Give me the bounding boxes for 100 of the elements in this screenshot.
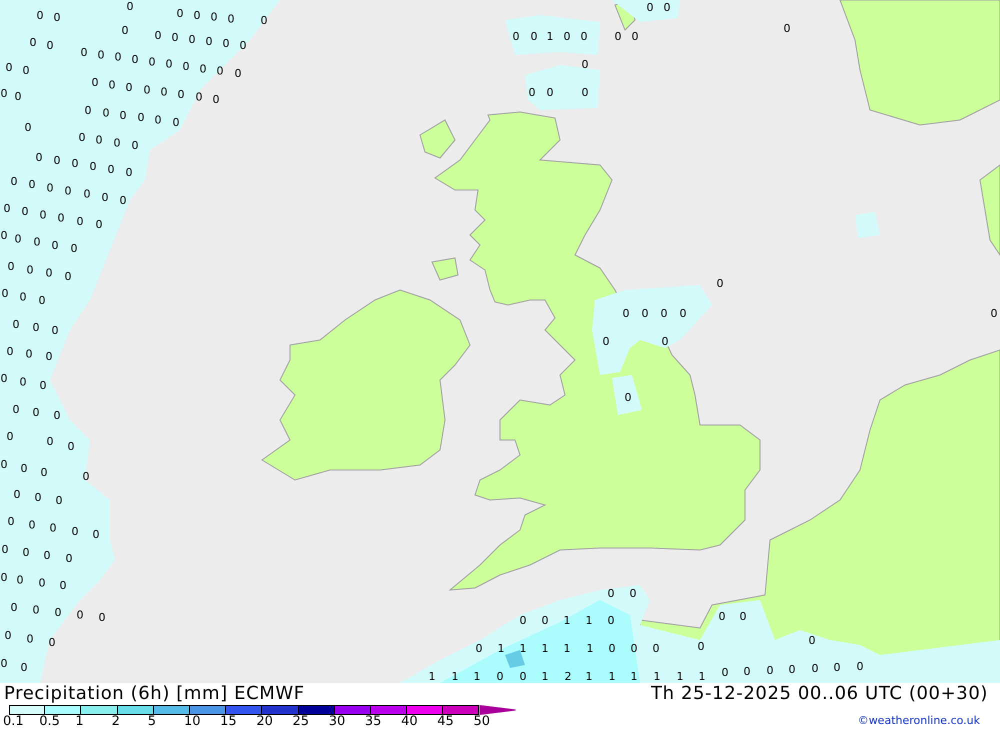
map-value: 0 <box>546 86 554 99</box>
map-value: 0 <box>602 335 610 348</box>
map-value: 0 <box>530 30 538 43</box>
map-value: 0 <box>126 0 134 13</box>
map-value: 0 <box>34 236 40 248</box>
map-value: 0 <box>2 543 8 556</box>
map-value: 0 <box>176 7 184 20</box>
map-value: 0 <box>766 664 774 677</box>
map-value: 0 <box>188 33 196 46</box>
map-value: 0 <box>528 86 536 99</box>
map-value: 0 <box>0 372 8 385</box>
map-value: 0 <box>28 518 36 532</box>
map-value: 0 <box>222 37 230 50</box>
map-value: 0 <box>622 307 630 320</box>
legend-label: 35 <box>364 715 382 729</box>
map-value: 0 <box>614 30 622 43</box>
map-value: 0 <box>20 376 26 388</box>
map-value: 0 <box>740 610 746 623</box>
map-value: 0 <box>698 640 704 653</box>
legend-label: 20 <box>256 715 273 729</box>
map-value: 0 <box>154 29 162 42</box>
map-value: 0 <box>14 488 20 501</box>
map-value: 1 <box>676 670 684 683</box>
legend-label: 10 <box>184 715 200 729</box>
map-value: 0 <box>120 194 126 207</box>
map-value: 0 <box>630 587 636 600</box>
map-value: 0 <box>0 458 8 471</box>
map-value: 0 <box>76 214 84 228</box>
legend-label: 2 <box>112 715 120 729</box>
map-value: 0 <box>216 64 224 78</box>
map-value: 1 <box>586 614 592 627</box>
map-value: 1 <box>654 670 660 683</box>
map-value: 0 <box>70 242 78 255</box>
map-value: 0 <box>26 632 34 646</box>
map-value: 0 <box>34 491 42 504</box>
map-value: 0 <box>12 318 20 331</box>
map-value: 0 <box>24 121 32 134</box>
map-value: 0 <box>92 528 100 541</box>
map-value: 1 <box>564 614 570 627</box>
map-value: 0 <box>6 430 14 443</box>
map-value: 0 <box>20 462 28 475</box>
map-value: 0 <box>64 270 72 283</box>
map-value: 0 <box>580 30 588 43</box>
map-value: 0 <box>102 106 110 120</box>
map-value: 0 <box>80 46 88 59</box>
map-value: 0 <box>122 24 128 37</box>
map-value: 1 <box>630 670 638 683</box>
map-value: 0 <box>788 663 796 676</box>
map-value: 0 <box>6 61 12 74</box>
map-value: 0 <box>2 287 8 300</box>
map-value: 0 <box>160 86 168 99</box>
map-value: 0 <box>22 205 28 218</box>
map-value: 0 <box>240 39 246 52</box>
map-value: 0 <box>624 391 632 404</box>
map-value: 0 <box>0 87 8 100</box>
map-value: 0 <box>20 290 26 304</box>
map-value: 0 <box>476 642 482 655</box>
map-value: 0 <box>126 80 132 94</box>
map-value: 1 <box>586 642 594 655</box>
map-value: 0 <box>744 665 750 678</box>
map-value: 0 <box>48 636 56 649</box>
map-value: 1 <box>546 30 554 43</box>
map-value: 0 <box>36 9 44 22</box>
map-value: 0 <box>38 294 46 307</box>
map-value: 0 <box>808 634 816 647</box>
map-value: 0 <box>210 10 218 24</box>
map-value: 0 <box>14 232 22 246</box>
map-value: 0 <box>46 39 54 52</box>
map-value: 0 <box>496 670 504 683</box>
map-value: 0 <box>54 154 60 167</box>
map-value: 0 <box>72 524 78 538</box>
map-value: 1 <box>498 642 504 655</box>
map-value: 0 <box>108 163 114 176</box>
map-value: 2 <box>564 670 572 683</box>
map-value: 0 <box>154 114 162 127</box>
map-value: 1 <box>564 642 570 655</box>
map-value: 0 <box>54 11 60 24</box>
map-value: 0 <box>14 90 22 103</box>
map-value: 0 <box>632 30 638 43</box>
map-value: 0 <box>102 190 108 204</box>
map-value: 0 <box>10 175 18 188</box>
map-value: 0 <box>834 661 840 674</box>
map-value: 0 <box>108 78 116 92</box>
map-value: 0 <box>652 642 660 655</box>
map-value: 0 <box>582 86 588 99</box>
map-value: 0 <box>166 58 172 71</box>
legend-label: 5 <box>148 715 156 729</box>
map-value: 0 <box>44 549 50 562</box>
credit-link[interactable]: ©weatheronline.co.uk <box>858 713 980 730</box>
map-value: 0 <box>120 108 126 122</box>
map-value: 0 <box>4 202 10 215</box>
map-value: 0 <box>662 335 668 348</box>
map-value: 0 <box>200 62 206 76</box>
map-value: 0 <box>582 58 588 71</box>
map-value: 1 <box>586 670 592 683</box>
map-value: 0 <box>722 666 728 679</box>
map-value: 0 <box>6 345 14 358</box>
map-value: 0 <box>718 610 726 623</box>
map-value: 0 <box>114 50 122 64</box>
map-value: 0 <box>512 30 520 43</box>
